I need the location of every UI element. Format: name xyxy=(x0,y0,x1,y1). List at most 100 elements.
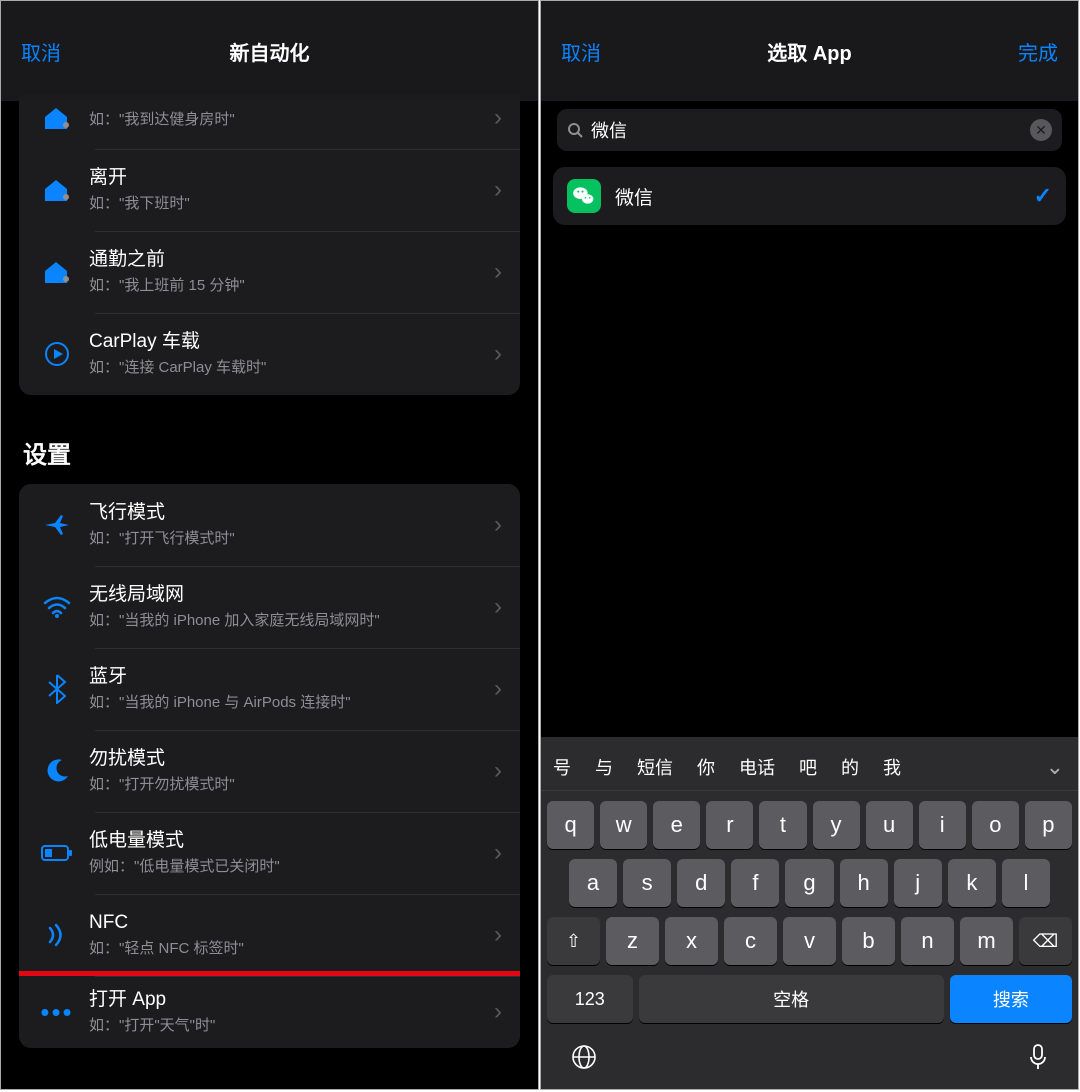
search-input[interactable]: 微信 ✕ xyxy=(557,109,1062,151)
key-a[interactable]: a xyxy=(569,859,617,907)
key-backspace[interactable]: ⌫ xyxy=(1019,917,1072,965)
key-e[interactable]: e xyxy=(653,801,700,849)
row-open-app[interactable]: ••• 打开 App 如："打开"天气"时" › xyxy=(19,971,520,1048)
keyboard-toolbar xyxy=(541,1033,1078,1089)
row-leave[interactable]: 离开 如："我下班时" › xyxy=(19,149,520,231)
mic-icon[interactable] xyxy=(1028,1043,1048,1071)
key-b[interactable]: b xyxy=(842,917,895,965)
row-title: 离开 xyxy=(89,166,488,191)
row-carplay[interactable]: CarPlay 车载 如："连接 CarPlay 车载时" › xyxy=(19,313,520,395)
suggestion[interactable]: 我 xyxy=(871,754,913,780)
key-u[interactable]: u xyxy=(866,801,913,849)
key-v[interactable]: v xyxy=(783,917,836,965)
key-space[interactable]: 空格 xyxy=(639,975,944,1023)
chevron-down-icon[interactable]: ⌄ xyxy=(1032,754,1078,780)
row-title: 打开 App xyxy=(89,988,488,1013)
key-j[interactable]: j xyxy=(894,859,942,907)
key-o[interactable]: o xyxy=(972,801,1019,849)
key-t[interactable]: t xyxy=(759,801,806,849)
check-icon: ✓ xyxy=(1034,183,1052,209)
section-header-settings: 设置 xyxy=(19,435,520,484)
carplay-icon xyxy=(31,340,83,368)
key-n[interactable]: n xyxy=(901,917,954,965)
nfc-icon xyxy=(31,922,83,948)
row-title: 飞行模式 xyxy=(89,501,488,526)
key-search[interactable]: 搜索 xyxy=(950,975,1072,1023)
wechat-icon xyxy=(567,179,601,213)
row-subtitle: 如："当我的 iPhone 与 AirPods 连接时" xyxy=(89,692,488,713)
row-nfc[interactable]: NFC 如："轻点 NFC 标签时" › xyxy=(19,894,520,976)
key-p[interactable]: p xyxy=(1025,801,1072,849)
key-row-2: a s d f g h j k l xyxy=(541,849,1078,907)
key-s[interactable]: s xyxy=(623,859,671,907)
page-title: 新自动化 xyxy=(230,37,310,66)
chevron-right-icon: › xyxy=(488,511,508,539)
key-y[interactable]: y xyxy=(813,801,860,849)
chevron-right-icon: › xyxy=(488,839,508,867)
search-value: 微信 xyxy=(591,117,1030,143)
cancel-button[interactable]: 取消 xyxy=(541,1,621,101)
key-x[interactable]: x xyxy=(665,917,718,965)
row-low-power[interactable]: 低电量模式 例如："低电量模式已关闭时" › xyxy=(19,812,520,894)
row-subtitle: 如："轻点 NFC 标签时" xyxy=(89,938,488,959)
triggers-location: 如："我到达健身房时" › 离开 如："我下班时" › xyxy=(19,95,520,395)
suggestion[interactable]: 与 xyxy=(583,754,625,780)
app-row-wechat[interactable]: 微信 ✓ xyxy=(553,167,1066,225)
chevron-right-icon: › xyxy=(488,998,508,1026)
key-row-4: 123 空格 搜索 xyxy=(541,965,1078,1033)
row-arrive[interactable]: 如："我到达健身房时" › xyxy=(19,95,520,149)
row-title: 蓝牙 xyxy=(89,665,488,690)
nav-bar: 取消 选取 App 完成 xyxy=(541,1,1078,101)
globe-icon[interactable] xyxy=(571,1044,597,1070)
row-title: CarPlay 车载 xyxy=(89,330,488,355)
chevron-right-icon: › xyxy=(488,104,508,132)
row-airplane[interactable]: 飞行模式 如："打开飞行模式时" › xyxy=(19,484,520,566)
row-bluetooth[interactable]: 蓝牙 如："当我的 iPhone 与 AirPods 连接时" › xyxy=(19,648,520,730)
row-wifi[interactable]: 无线局域网 如："当我的 iPhone 加入家庭无线局域网时" › xyxy=(19,566,520,648)
suggestion[interactable]: 短信 xyxy=(625,754,685,780)
key-z[interactable]: z xyxy=(606,917,659,965)
key-m[interactable]: m xyxy=(960,917,1013,965)
row-subtitle: 如："连接 CarPlay 车载时" xyxy=(89,357,488,378)
row-title: 无线局域网 xyxy=(89,583,488,608)
key-l[interactable]: l xyxy=(1002,859,1050,907)
row-subtitle: 如："我上班前 15 分钟" xyxy=(89,275,488,296)
suggestion[interactable]: 的 xyxy=(829,754,871,780)
row-title: NFC xyxy=(89,911,488,936)
key-shift[interactable]: ⇧ xyxy=(547,917,600,965)
clear-icon[interactable]: ✕ xyxy=(1030,119,1052,141)
cancel-button[interactable]: 取消 xyxy=(1,1,81,101)
row-dnd[interactable]: 勿扰模式 如："打开勿扰模式时" › xyxy=(19,730,520,812)
key-123[interactable]: 123 xyxy=(547,975,633,1023)
key-d[interactable]: d xyxy=(677,859,725,907)
suggestion[interactable]: 吧 xyxy=(787,754,829,780)
commute-icon xyxy=(31,259,83,285)
suggestion[interactable]: 电话 xyxy=(727,754,787,780)
row-subtitle: 如："打开勿扰模式时" xyxy=(89,774,488,795)
row-title: 低电量模式 xyxy=(89,829,488,854)
row-commute[interactable]: 通勤之前 如："我上班前 15 分钟" › xyxy=(19,231,520,313)
key-g[interactable]: g xyxy=(785,859,833,907)
wifi-icon xyxy=(31,595,83,619)
key-w[interactable]: w xyxy=(600,801,647,849)
key-i[interactable]: i xyxy=(919,801,966,849)
key-f[interactable]: f xyxy=(731,859,779,907)
done-button[interactable]: 完成 xyxy=(998,1,1078,101)
key-c[interactable]: c xyxy=(724,917,777,965)
row-subtitle: 如："我下班时" xyxy=(89,193,488,214)
airplane-icon xyxy=(31,511,83,539)
suggestion[interactable]: 号 xyxy=(541,754,583,780)
key-k[interactable]: k xyxy=(948,859,996,907)
triggers-settings: 飞行模式 如："打开飞行模式时" › 无线局域网 如："当我的 iPhone 加… xyxy=(19,484,520,1048)
open-app-icon: ••• xyxy=(31,997,83,1028)
row-subtitle: 如："我到达健身房时" xyxy=(89,109,488,130)
home-arrive-icon xyxy=(31,105,83,131)
search-icon xyxy=(567,122,583,138)
battery-icon xyxy=(31,844,83,862)
key-h[interactable]: h xyxy=(840,859,888,907)
key-r[interactable]: r xyxy=(706,801,753,849)
suggestion[interactable]: 你 xyxy=(685,754,727,780)
chevron-right-icon: › xyxy=(488,921,508,949)
key-q[interactable]: q xyxy=(547,801,594,849)
key-row-3: ⇧ z x c v b n m ⌫ xyxy=(541,907,1078,965)
